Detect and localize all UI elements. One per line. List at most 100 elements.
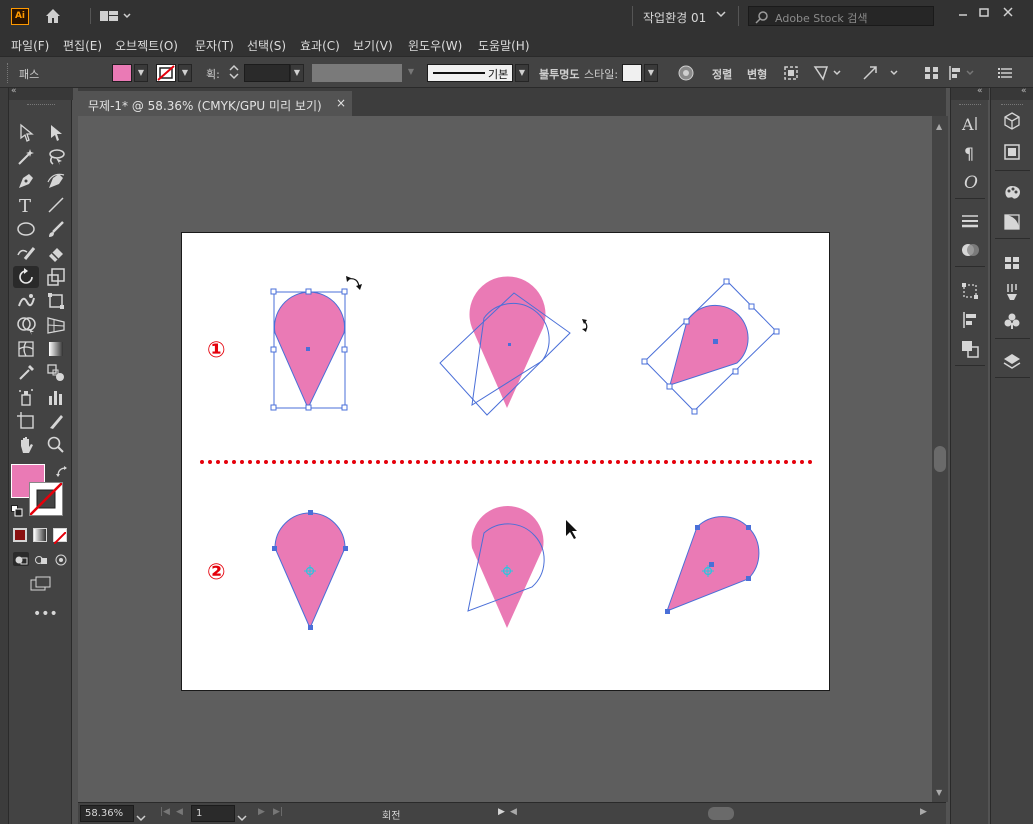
align-panel-link[interactable]: 정렬 xyxy=(712,66,732,82)
direct-selection-icon[interactable] xyxy=(43,122,69,144)
align-options-icon[interactable] xyxy=(947,64,974,82)
horizontal-scrollbar[interactable]: ◀ ▶ xyxy=(510,807,930,820)
eraser-icon[interactable] xyxy=(43,242,69,264)
draw-normal-icon[interactable] xyxy=(13,552,29,566)
color-guide-icon[interactable] xyxy=(999,211,1025,233)
first-artboard-icon[interactable]: |◀ xyxy=(160,807,170,817)
envelope-distort-icon[interactable] xyxy=(861,64,898,82)
stroke-weight-stepper[interactable] xyxy=(227,64,241,82)
arrange-icon[interactable] xyxy=(922,64,942,82)
symbols-icon[interactable] xyxy=(999,310,1025,332)
close-window-button[interactable] xyxy=(998,4,1018,24)
fill-dropdown-button[interactable]: ▼ xyxy=(134,64,148,82)
rotate-icon[interactable] xyxy=(13,266,39,288)
variable-width-dropdown[interactable]: ▼ xyxy=(404,64,418,82)
scroll-right-icon[interactable]: ▶ xyxy=(920,807,927,817)
panel-menu-icon[interactable] xyxy=(996,64,1016,82)
tools-grip[interactable] xyxy=(27,104,55,106)
collapse-icon[interactable]: « xyxy=(977,86,983,96)
zoom-icon[interactable] xyxy=(43,434,69,456)
puppet-warp-icon[interactable] xyxy=(812,64,841,82)
close-icon[interactable]: × xyxy=(336,96,346,110)
panel-dock-a-header[interactable]: « xyxy=(951,86,989,100)
properties-icon[interactable] xyxy=(999,141,1025,163)
artboard-dropdown[interactable] xyxy=(237,808,247,824)
status-menu-icon[interactable]: ▶ xyxy=(498,807,505,817)
slice-icon[interactable] xyxy=(43,410,69,432)
stroke-weight-input[interactable] xyxy=(244,64,290,82)
shaper-icon[interactable] xyxy=(13,242,39,264)
transform-panel-link[interactable]: 변형 xyxy=(747,66,767,82)
brush-definition-field[interactable]: 기본 xyxy=(427,64,513,82)
home-icon[interactable] xyxy=(43,6,63,26)
column-graph-icon[interactable] xyxy=(43,386,69,408)
selection-icon[interactable] xyxy=(13,122,39,144)
scroll-up-icon[interactable]: ▲ xyxy=(936,122,942,131)
menu-object[interactable]: 오브젝트(O) xyxy=(115,37,178,54)
panel-grip[interactable] xyxy=(959,104,981,105)
stroke-color-swatch[interactable] xyxy=(29,482,63,516)
graphic-style-swatch[interactable] xyxy=(622,64,642,82)
edit-toolbar-icon[interactable]: ••• xyxy=(33,606,58,622)
paragraph-icon[interactable]: ¶ xyxy=(957,141,983,163)
perspective-icon[interactable] xyxy=(43,314,69,336)
stroke-icon[interactable] xyxy=(957,210,983,232)
graphic-style-dropdown[interactable]: ▼ xyxy=(644,64,658,82)
maximize-button[interactable] xyxy=(974,4,994,24)
lasso-icon[interactable] xyxy=(43,146,69,168)
tools-panel-header[interactable]: « xyxy=(9,86,73,100)
menu-help[interactable]: 도움말(H) xyxy=(478,37,530,54)
menu-file[interactable]: 파일(F) xyxy=(11,37,49,54)
screen-mode-icon[interactable] xyxy=(29,576,53,592)
drop-shape-2c[interactable] xyxy=(665,516,760,614)
mesh-icon[interactable] xyxy=(13,338,39,360)
opacity-label[interactable]: 불투명도 xyxy=(539,66,579,82)
shape-builder-icon[interactable] xyxy=(13,314,39,336)
scale-icon[interactable] xyxy=(43,266,69,288)
blend-icon[interactable] xyxy=(43,362,69,384)
menu-window[interactable]: 윈도우(W) xyxy=(408,37,462,54)
vertical-scroll-thumb[interactable] xyxy=(934,446,946,472)
stroke-weight-dropdown[interactable]: ▼ xyxy=(290,64,304,82)
paintbrush-icon[interactable] xyxy=(43,218,69,240)
eyedropper-icon[interactable] xyxy=(13,362,39,384)
opentype-icon[interactable]: O xyxy=(957,170,983,193)
arrange-documents-icon[interactable] xyxy=(100,6,131,26)
minimize-button[interactable] xyxy=(953,4,973,24)
line-icon[interactable] xyxy=(43,194,69,216)
vertical-scrollbar[interactable]: ▲ ▼ xyxy=(932,116,948,802)
next-artboard-icon[interactable]: ▶ xyxy=(258,807,265,817)
pathfinder-icon[interactable] xyxy=(957,338,983,360)
artboard[interactable]: ① ② xyxy=(181,232,830,691)
scroll-down-icon[interactable]: ▼ xyxy=(936,788,942,797)
swatches-icon[interactable] xyxy=(999,252,1025,274)
grip-handle[interactable] xyxy=(7,63,10,83)
symbol-sprayer-icon[interactable] xyxy=(13,386,39,408)
draw-behind-icon[interactable] xyxy=(33,552,49,566)
previous-artboard-icon[interactable]: ◀ xyxy=(176,807,183,817)
artboard-number-input[interactable]: 1 xyxy=(191,805,235,822)
zoom-level-input[interactable]: 58.36% xyxy=(80,805,134,822)
menu-view[interactable]: 보기(V) xyxy=(353,37,393,54)
isolate-icon[interactable] xyxy=(781,64,801,82)
magic-wand-icon[interactable] xyxy=(13,146,39,168)
color-mode-icon[interactable] xyxy=(13,528,27,542)
align-icon[interactable] xyxy=(957,309,983,331)
layers-icon[interactable] xyxy=(999,350,1025,372)
type-icon[interactable]: T xyxy=(13,194,39,217)
warp-icon[interactable] xyxy=(13,290,39,312)
scroll-left-icon[interactable]: ◀ xyxy=(510,807,517,817)
menu-type[interactable]: 문자(T) xyxy=(195,37,234,54)
zoom-dropdown[interactable] xyxy=(136,808,146,824)
default-fill-stroke-icon[interactable] xyxy=(11,502,23,517)
panel-dock-b-header[interactable]: « xyxy=(991,86,1033,100)
menu-select[interactable]: 선택(S) xyxy=(247,37,286,54)
document-tab[interactable]: 무제-1* @ 58.36% (CMYK/GPU 미리 보기) × xyxy=(78,91,352,116)
curvature-icon[interactable] xyxy=(43,170,69,192)
menu-edit[interactable]: 편집(E) xyxy=(63,37,102,54)
fill-swatch-button[interactable] xyxy=(112,64,132,82)
variable-width-profile[interactable] xyxy=(312,64,402,82)
free-transform-icon[interactable] xyxy=(43,290,69,312)
transform-icon[interactable] xyxy=(957,280,983,302)
ellipse-icon[interactable] xyxy=(13,218,39,240)
